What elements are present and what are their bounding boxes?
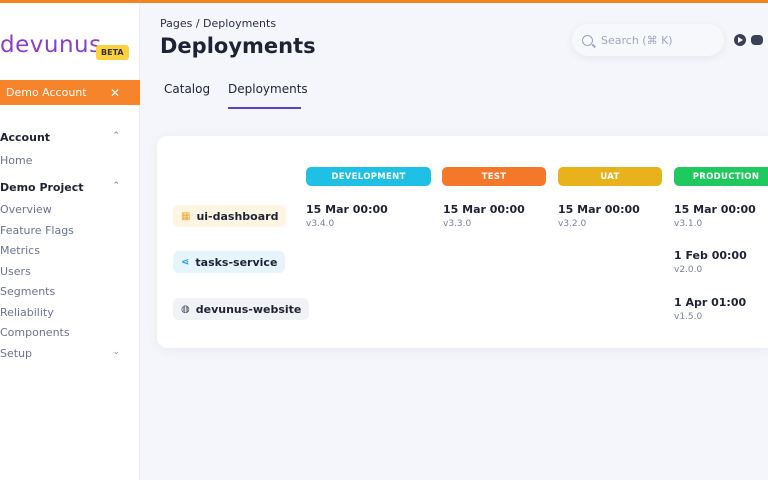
search-icon (582, 34, 593, 46)
sidebar: devunus BETA Demo Account ✕ Account ⌃ Ho… (0, 3, 140, 480)
env-header-production: PRODUCTION (674, 167, 768, 186)
service-name: tasks-service (195, 255, 278, 269)
account-label: Demo Account (6, 86, 87, 99)
deployment-time[interactable]: 15 Mar 00:00 (443, 203, 525, 216)
service-devunus-website[interactable]: ◍ devunus-website (173, 298, 310, 320)
sidebar-item-components[interactable]: Components (0, 326, 70, 339)
env-header-test: TEST (442, 167, 546, 186)
service-name: devunus-website (195, 302, 302, 316)
close-icon[interactable]: ✕ (110, 86, 120, 100)
search-input[interactable] (601, 33, 711, 47)
breadcrumb[interactable]: Pages / Deployments (160, 17, 276, 30)
nav-section-label: Account (0, 131, 51, 144)
sidebar-item-overview[interactable]: Overview (0, 203, 52, 216)
account-selector[interactable]: Demo Account ✕ (0, 80, 140, 105)
grid-icon: ▦ (181, 210, 191, 222)
service-ui-dashboard[interactable]: ▦ ui-dashboard (173, 205, 287, 227)
env-header-development: DEVELOPMENT (306, 167, 431, 186)
service-name: ui-dashboard (196, 209, 279, 223)
deployment-time[interactable]: 15 Mar 00:00 (558, 203, 640, 216)
deployment-version: v2.0.0 (674, 265, 703, 275)
nav-section-account[interactable]: Account ⌃ (0, 131, 120, 144)
sidebar-item-feature-flags[interactable]: Feature Flags (0, 224, 74, 237)
chevron-up-icon: ⌃ (112, 131, 120, 141)
nav-section-label: Demo Project (0, 181, 84, 194)
tab-catalog[interactable]: Catalog (164, 82, 210, 96)
sidebar-item-metrics[interactable]: Metrics (0, 244, 40, 257)
brand-logo[interactable]: devunus (0, 32, 102, 58)
discord-icon[interactable] (751, 35, 763, 45)
deployment-version: v3.2.0 (558, 219, 587, 229)
search-box[interactable] (572, 24, 724, 56)
deployment-time[interactable]: 15 Mar 00:00 (306, 203, 388, 216)
env-header-uat: UAT (558, 167, 662, 186)
share-icon: ⋖ (181, 256, 190, 268)
play-icon[interactable] (734, 34, 746, 46)
page-title: Deployments (160, 34, 316, 58)
deployment-time[interactable]: 1 Apr 01:00 (674, 296, 746, 309)
deployment-time[interactable]: 15 Mar 00:00 (674, 203, 756, 216)
sidebar-item-segments[interactable]: Segments (0, 285, 55, 298)
deployment-version: v3.1.0 (674, 219, 703, 229)
active-tab-indicator (228, 107, 301, 109)
tab-deployments[interactable]: Deployments (228, 82, 308, 96)
sidebar-item-setup[interactable]: Setup ⌄ (0, 347, 120, 360)
deployment-version: v1.5.0 (674, 312, 703, 322)
deployment-version: v3.3.0 (443, 219, 472, 229)
sidebar-item-reliability[interactable]: Reliability (0, 306, 54, 319)
sidebar-item-home[interactable]: Home (0, 154, 32, 167)
chevron-down-icon: ⌄ (112, 347, 120, 357)
sidebar-item-label: Setup (0, 347, 33, 360)
service-tasks-service[interactable]: ⋖ tasks-service (173, 251, 286, 273)
sidebar-item-users[interactable]: Users (0, 265, 31, 278)
globe-icon: ◍ (181, 303, 190, 315)
nav-section-demo-project[interactable]: Demo Project ⌃ (0, 181, 120, 194)
beta-badge: BETA (96, 45, 129, 60)
chevron-up-icon: ⌃ (112, 181, 120, 191)
deployment-version: v3.4.0 (306, 219, 335, 229)
deployment-time[interactable]: 1 Feb 00:00 (674, 249, 747, 262)
